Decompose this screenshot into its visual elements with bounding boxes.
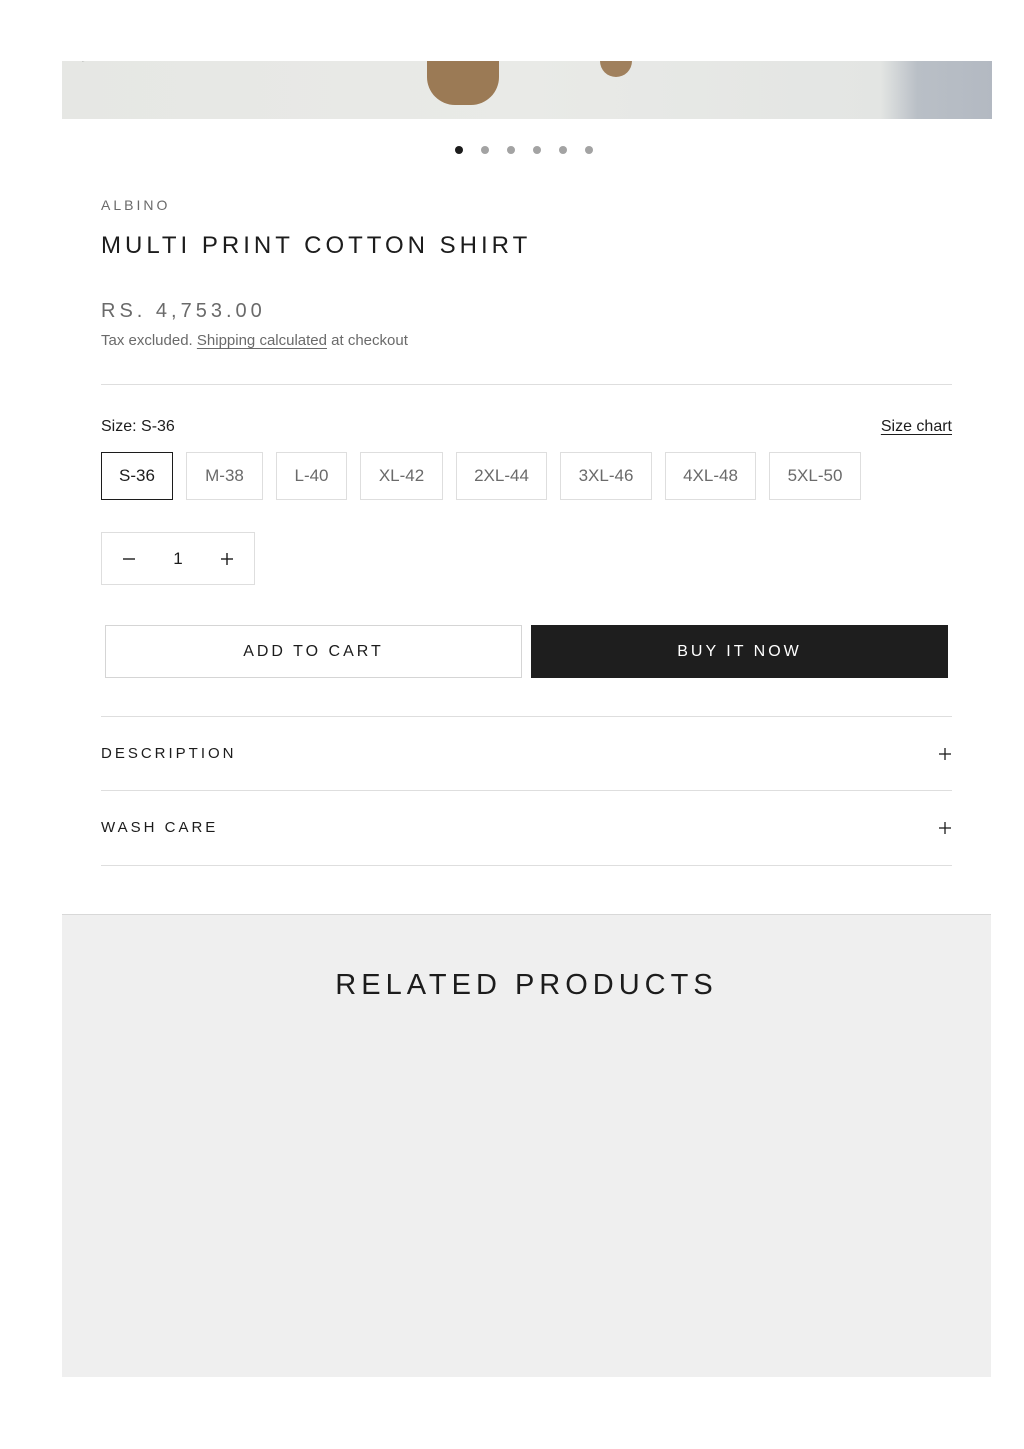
image-floor-line xyxy=(82,61,203,62)
buy-it-now-button[interactable]: BUY IT NOW xyxy=(531,625,948,678)
size-option-3xl-46[interactable]: 3XL-46 xyxy=(560,452,652,500)
accordion-title: DESCRIPTION xyxy=(101,745,237,762)
size-option-4xl-48[interactable]: 4XL-48 xyxy=(665,452,756,500)
product-vendor[interactable]: ALBINO xyxy=(101,197,170,213)
size-option-m-38[interactable]: M-38 xyxy=(186,452,263,500)
tax-note: Tax excluded. Shipping calculated at che… xyxy=(101,332,408,349)
accordion-description[interactable]: DESCRIPTION xyxy=(101,717,952,790)
gallery-dot-4[interactable] xyxy=(533,146,541,154)
tax-note-suffix: at checkout xyxy=(326,332,408,349)
gallery-dot-6[interactable] xyxy=(585,146,593,154)
size-option-s-36[interactable]: S-36 xyxy=(101,452,173,500)
plus-icon xyxy=(221,552,233,565)
quantity-increase-button[interactable] xyxy=(200,533,254,584)
quantity-stepper: 1 xyxy=(101,532,255,585)
add-to-cart-button[interactable]: ADD TO CART xyxy=(105,625,522,678)
minus-icon xyxy=(123,557,135,560)
size-option-xl-42[interactable]: XL-42 xyxy=(360,452,443,500)
quantity-decrease-button[interactable] xyxy=(102,533,156,584)
gallery-pagination xyxy=(455,146,593,154)
quantity-input[interactable]: 1 xyxy=(156,549,200,569)
shoe-right xyxy=(600,61,632,77)
related-products-title: RELATED PRODUCTS xyxy=(335,969,718,1001)
product-image[interactable] xyxy=(62,61,992,119)
size-option-l-40[interactable]: L-40 xyxy=(276,452,347,500)
shoe-left xyxy=(427,61,499,105)
plus-icon xyxy=(939,821,951,834)
size-chart-link[interactable]: Size chart xyxy=(881,418,952,436)
related-products-section: RELATED PRODUCTS xyxy=(62,914,991,1377)
accordion-title: WASH CARE xyxy=(101,819,219,836)
divider xyxy=(101,865,952,866)
product-title: MULTI PRINT COTTON SHIRT xyxy=(101,232,532,259)
plus-icon xyxy=(939,747,951,760)
gallery-dot-3[interactable] xyxy=(507,146,515,154)
product-price: RS. 4,753.00 xyxy=(101,300,266,322)
size-selector: S-36 M-38 L-40 XL-42 2XL-44 3XL-46 4XL-4… xyxy=(101,452,861,500)
accordion-wash-care[interactable]: WASH CARE xyxy=(101,791,952,864)
size-option-2xl-44[interactable]: 2XL-44 xyxy=(456,452,547,500)
tax-note-prefix: Tax excluded. xyxy=(101,332,197,349)
gallery-dot-1[interactable] xyxy=(455,146,463,154)
gallery-dot-2[interactable] xyxy=(481,146,489,154)
divider xyxy=(101,384,952,385)
shipping-link[interactable]: Shipping calculated xyxy=(197,332,327,349)
size-label: Size: S-36 xyxy=(101,418,175,435)
gallery-dot-5[interactable] xyxy=(559,146,567,154)
size-option-5xl-50[interactable]: 5XL-50 xyxy=(769,452,861,500)
